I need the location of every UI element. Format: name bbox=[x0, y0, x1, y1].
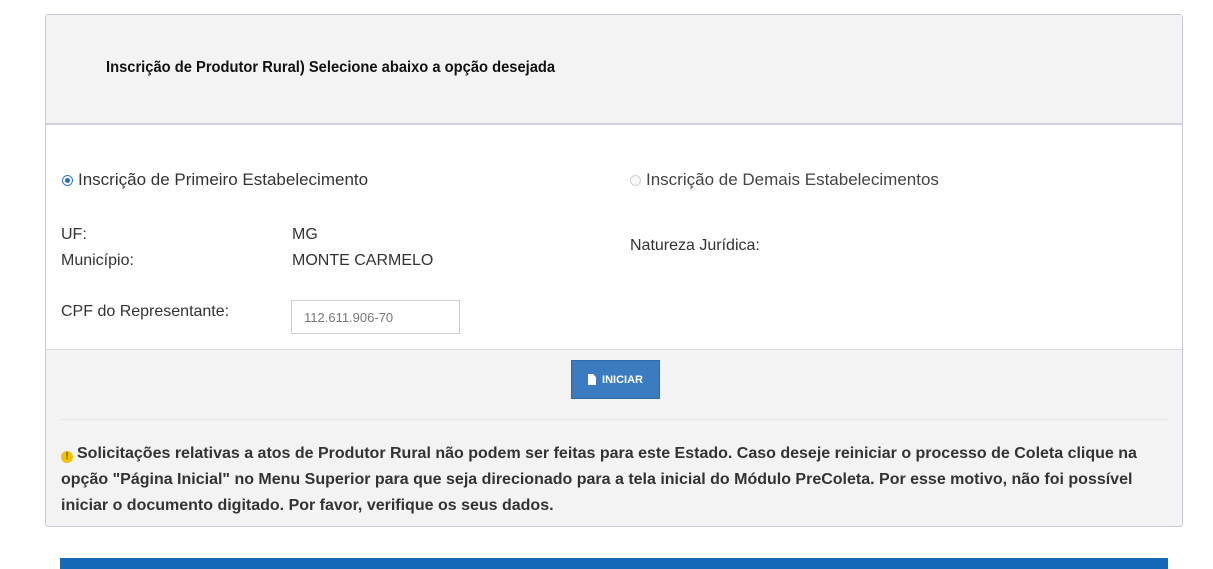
iniciar-button-label: INICIAR bbox=[602, 373, 643, 386]
cpf-input[interactable] bbox=[291, 300, 460, 334]
radio-other-establishments[interactable] bbox=[630, 174, 641, 186]
uf-label: UF: bbox=[61, 226, 87, 243]
natureza-juridica-label: Natureza Jurídica: bbox=[630, 237, 760, 254]
page-title: Inscrição de Produtor Rural) Selecione a… bbox=[106, 59, 556, 76]
uf-value: MG bbox=[292, 226, 318, 243]
iniciar-button[interactable]: INICIAR bbox=[571, 360, 660, 399]
divider bbox=[61, 419, 1168, 420]
radio-first-establishment[interactable] bbox=[62, 174, 73, 186]
option-other-label: Inscrição de Demais Estabelecimentos bbox=[646, 170, 939, 189]
cpf-label: CPF do Representante: bbox=[61, 303, 230, 320]
file-icon bbox=[588, 374, 597, 385]
notice-text: Solicitações relativas a atos de Produto… bbox=[61, 445, 1137, 514]
municipio-value: MONTE CARMELO bbox=[292, 252, 434, 269]
bottom-bar bbox=[60, 558, 1168, 569]
panel-body: Inscrição de Primeiro Estabelecimento In… bbox=[46, 125, 1182, 350]
registration-panel: Inscrição de Produtor Rural) Selecione a… bbox=[45, 14, 1183, 527]
option-other-establishments[interactable]: Inscrição de Demais Estabelecimentos bbox=[630, 170, 939, 190]
panel-header: Inscrição de Produtor Rural) Selecione a… bbox=[46, 15, 1182, 125]
municipio-label: Município: bbox=[61, 252, 134, 269]
notice-message: ! Solicitações relativas a atos de Produt… bbox=[61, 441, 1171, 519]
warning-icon: ! bbox=[61, 451, 73, 463]
option-first-establishment[interactable]: Inscrição de Primeiro Estabelecimento bbox=[62, 170, 368, 190]
option-first-label: Inscrição de Primeiro Estabelecimento bbox=[78, 170, 369, 189]
